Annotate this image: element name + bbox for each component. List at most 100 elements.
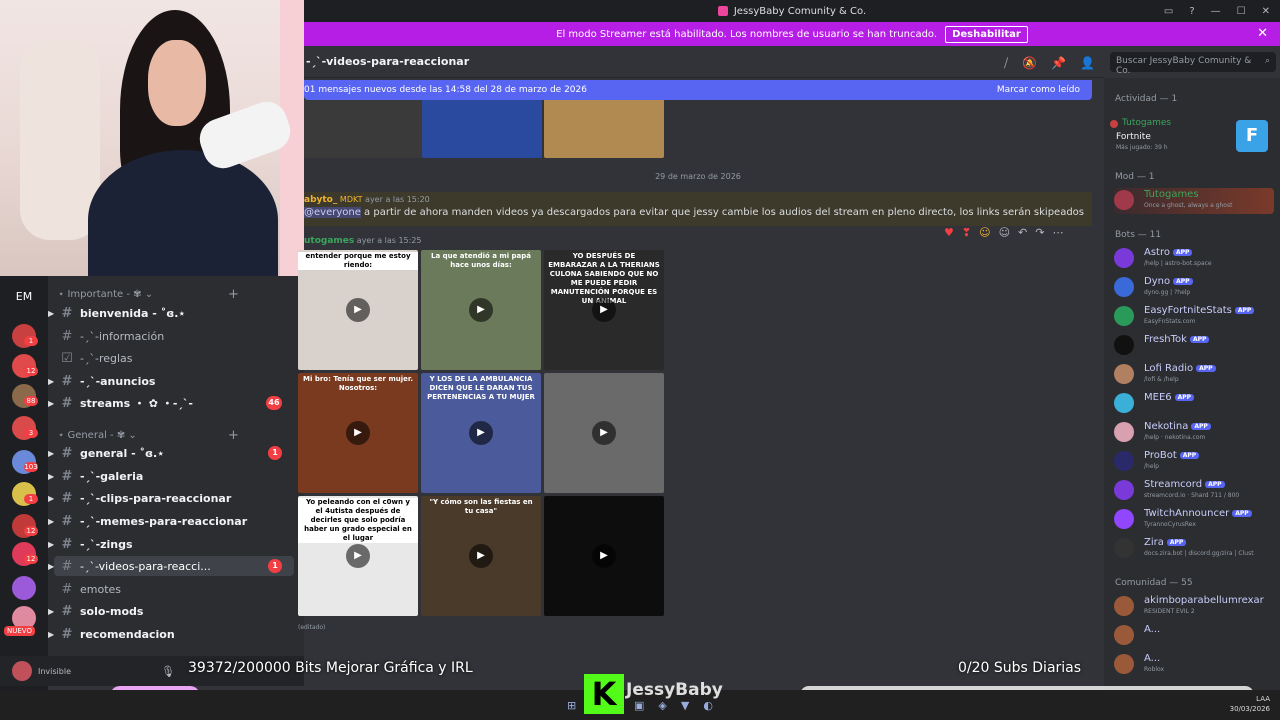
play-icon[interactable]: ▶ [469, 298, 493, 322]
discord-taskbar-icon[interactable]: ◐ [703, 699, 713, 712]
files-icon[interactable]: ▣ [634, 699, 644, 712]
new-messages-bar[interactable]: 01 mensajes nuevos desde las 14:58 del 2… [304, 80, 1092, 100]
server-badge: 3 [24, 428, 38, 438]
play-icon[interactable]: ▶ [346, 421, 370, 445]
video-thumbnail[interactable]: ▶ [544, 496, 664, 616]
play-icon[interactable]: ▶ [592, 298, 616, 322]
member-bot[interactable]: Lofi Radio APP/lofi & /help [1114, 362, 1280, 388]
channel-item[interactable]: # -ˏˋ-información [54, 326, 294, 346]
microphone-icon[interactable]: 🎙 [161, 665, 175, 678]
window-controls: ▭ ? — ☐ ✕ [1164, 0, 1280, 22]
play-icon[interactable]: ▶ [469, 421, 493, 445]
channel-item[interactable]: # emotes [54, 579, 294, 599]
channel-item-active[interactable]: ▶ # -ˏˋ-videos-para-reacci... 1 [48, 556, 294, 576]
activity-sub: Más jugado: 39 h [1116, 144, 1168, 151]
server-icon[interactable] [12, 576, 36, 600]
channel-item[interactable]: ▶ # -ˏˋ-galeria [48, 466, 294, 486]
channel-item[interactable]: ▶ # streams ・ ✿ ・-ˏˋ- 46 [48, 393, 294, 413]
member-bot[interactable]: FreshTok APP [1114, 333, 1280, 359]
avatar [1114, 596, 1134, 616]
channel-item[interactable]: ▶ # general - ˚ɞ.⋆ 1 [48, 443, 294, 463]
reply-icon[interactable]: ↶ [1018, 226, 1027, 239]
message-author[interactable]: abyto_ [304, 195, 337, 205]
channel-item[interactable]: ☑ -ˏˋ-reglas [54, 348, 294, 368]
hash-icon: # [61, 395, 73, 411]
help-icon[interactable]: ? [1189, 6, 1194, 17]
video-thumbnail[interactable] [304, 100, 424, 158]
minimize-button[interactable]: — [1211, 6, 1221, 17]
app-icon[interactable]: ◈ [658, 699, 666, 712]
disable-streamer-button[interactable]: Deshabilitar [945, 25, 1028, 43]
member-community[interactable]: A... [1114, 623, 1280, 649]
forward-icon[interactable]: ↷ [1035, 226, 1044, 239]
member-bot[interactable]: EasyFortniteStats APP EasyFnStats.com [1114, 304, 1280, 330]
video-thumbnail[interactable]: "Y cómo son las fiestas en tu casa" ▶ [421, 496, 541, 616]
add-reaction-icon[interactable]: ☺ [999, 226, 1010, 239]
member-bot[interactable]: Dyno APP dyno.gg | ?help [1114, 275, 1280, 301]
add-channel-icon[interactable]: + [228, 287, 239, 302]
message-time: ayer a las 15:25 [356, 236, 422, 245]
brave-icon[interactable]: ▼ [681, 699, 689, 712]
pin-icon[interactable]: 📌 [1051, 56, 1066, 71]
channel-item[interactable]: ▶ # -ˏˋ-clips-para-reaccionar [48, 488, 294, 508]
member-community[interactable]: A... Roblox [1114, 652, 1280, 678]
members-icon[interactable]: 👤 [1080, 56, 1095, 71]
threads-icon[interactable]: ⧸ [1004, 56, 1008, 71]
member-bot[interactable]: ProBot APP/help [1114, 449, 1280, 475]
play-icon[interactable]: ▶ [592, 421, 616, 445]
more-icon[interactable]: ⋯ [1052, 226, 1063, 239]
channel-item[interactable]: ▶ # solo-mods [48, 601, 294, 621]
notifications-icon[interactable]: 🔕 [1022, 56, 1037, 71]
member-bot[interactable]: Zira APP docs.zira.bot | discord.gg/zira |… [1114, 536, 1280, 562]
emoji-reaction-icon[interactable]: ☺ [979, 226, 990, 239]
edited-label: (editado) [298, 624, 326, 631]
add-channel-icon[interactable]: + [228, 428, 239, 443]
channel-item[interactable]: ▶ # -ˏˋ-zings [48, 534, 294, 554]
avatar [1114, 509, 1134, 529]
app-badge: APP [1205, 480, 1225, 488]
member-bot[interactable]: Astro APP/help | astro-bot.space [1114, 246, 1280, 272]
category-important[interactable]: ⋆ Importante - ✾ ⌄ + [58, 287, 239, 302]
server-badge: 12 [24, 366, 38, 376]
member-mod[interactable]: Tutogames Once a ghost, always a ghost [1114, 188, 1274, 214]
video-thumbnail[interactable] [422, 100, 542, 158]
channel-item[interactable]: ▶ # -ˏˋ-anuncios [48, 371, 294, 391]
channel-item[interactable]: ▶ # recomendacion [48, 624, 294, 644]
video-thumbnail[interactable] [544, 100, 664, 158]
close-banner-icon[interactable]: ✕ [1257, 26, 1268, 41]
video-thumbnail[interactable]: YO DESPUÉS DE EMBARAZAR A LA THERIANS CU… [544, 250, 664, 370]
maximize-button[interactable]: ☐ [1237, 6, 1246, 17]
message-author[interactable]: utogames [304, 236, 354, 246]
video-thumbnail[interactable]: entender porque me estoy riendo: ▶ [298, 250, 418, 370]
inbox-icon[interactable]: ▭ [1164, 6, 1173, 17]
channel-item[interactable]: ▶ # -ˏˋ-memes-para-reaccionar [48, 511, 294, 531]
avatar [1114, 248, 1134, 268]
member-bot[interactable]: Streamcord APP streamcord.io · Shard 711 /… [1114, 478, 1280, 504]
member-bot[interactable]: Nekotina APP/help · nekotina.com [1114, 420, 1280, 446]
keyboard-language[interactable]: LAA [1230, 694, 1270, 704]
hearts-reaction-icon[interactable]: ❣ [962, 226, 971, 239]
activity-card[interactable]: Tutogames Fortnite Más jugado: 39 h F [1110, 118, 1274, 158]
everyone-mention[interactable]: @everyone [304, 207, 361, 218]
mark-read-button[interactable]: Marcar como leído [997, 85, 1080, 95]
channel-item[interactable]: ▶ # bienvenida - ˚ɞ.⋆ [48, 303, 294, 323]
play-icon[interactable]: ▶ [346, 298, 370, 322]
play-icon[interactable]: ▶ [592, 544, 616, 568]
windows-start-icon[interactable]: ⊞ [567, 699, 576, 712]
member-bot[interactable]: TwitchAnnouncer APP TyrannoCyrusRex [1114, 507, 1280, 533]
member-bot[interactable]: MEE6 APP [1114, 391, 1280, 417]
search-input[interactable]: Buscar JessyBaby Comunity & Co. ⌕ [1110, 52, 1276, 76]
video-thumbnail[interactable]: La que atendió a mi papá hace unos días:… [421, 250, 541, 370]
play-icon[interactable]: ▶ [469, 544, 493, 568]
close-button[interactable]: ✕ [1262, 6, 1270, 17]
video-thumbnail[interactable]: Y LOS DE LA AMBULANCIA DICEN QUE LE DARA… [421, 373, 541, 493]
heart-reaction-icon[interactable]: ♥ [944, 226, 954, 239]
play-icon[interactable]: ▶ [346, 544, 370, 568]
avatar[interactable] [12, 661, 32, 681]
video-thumbnail[interactable]: Yo peleando con el c0wn y el 4utista des… [298, 496, 418, 616]
video-thumbnail[interactable]: Mi bro: Tenía que ser mujer. Nosotros: ▶ [298, 373, 418, 493]
member-community[interactable]: akimboparabellumrexar RESIDENT EVIL 2 [1114, 594, 1280, 620]
video-thumbnail[interactable]: ▶ [544, 373, 664, 493]
category-general[interactable]: ⋆ General - ✾ ⌄ + [58, 428, 239, 443]
webcam-feed [0, 0, 304, 276]
